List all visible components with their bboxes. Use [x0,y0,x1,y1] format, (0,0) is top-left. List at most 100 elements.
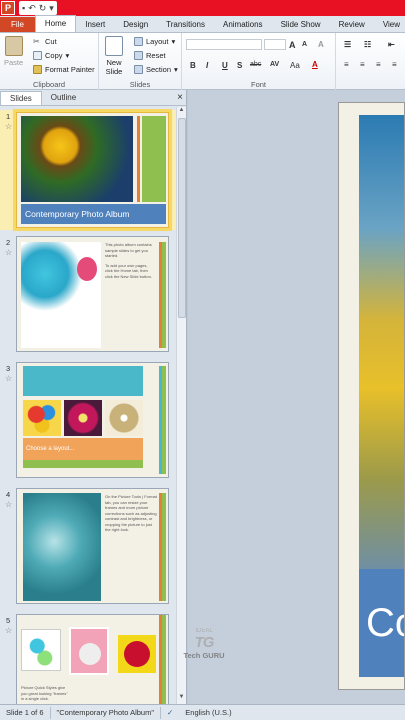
tab-review[interactable]: Review [330,17,374,32]
powerpoint-app-icon[interactable]: P [1,1,15,15]
slides-pane-scrollbar[interactable]: ▲ ▼ [176,107,186,704]
new-slide-icon [105,36,123,56]
transition-star-icon: ☆ [5,248,13,257]
green-bar [142,116,166,202]
tab-design[interactable]: Design [114,17,157,32]
italic-button[interactable]: I [206,61,208,70]
scrollbar-thumb[interactable] [178,118,186,318]
cut-button[interactable]: ✂ Cut [33,37,57,46]
slide-number: 4 [6,490,11,499]
paste-label: Paste [4,58,24,67]
copy-label: Copy [45,51,63,60]
transition-star-icon: ☆ [5,626,13,635]
underline-button[interactable]: U [222,61,228,70]
scissors-icon: ✂ [33,37,40,46]
current-slide[interactable]: Co [338,102,405,690]
tab-outline[interactable]: Outline [42,91,85,105]
body-paragraph: To add your own pages, click the Home ta… [105,262,152,279]
section-label: Section [146,65,172,74]
copy-button[interactable]: Copy ▾ [33,51,69,60]
layout-button[interactable]: Layout ▾ [134,37,175,46]
tab-animations[interactable]: Animations [214,17,272,32]
section-button[interactable]: Section ▾ [134,65,178,74]
align-center-icon[interactable]: ≡ [360,60,365,69]
justify-icon[interactable]: ≡ [392,60,397,69]
watermark-name: Tech GURU [183,651,225,660]
font-color-button[interactable]: A [312,60,318,69]
yarn-shape [124,641,150,667]
slide-title-text[interactable]: Co [359,569,404,677]
slide-thumbnail-row[interactable]: 2 ☆ This photo album contains sample sli… [0,236,176,356]
font-size-combo[interactable] [264,39,286,50]
slide-title: Choose a layout... [23,438,143,460]
format-painter-button[interactable]: Format Painter [33,65,95,74]
scroll-up-icon[interactable]: ▲ [177,107,186,117]
slide-thumbnail[interactable]: This photo album contains sample slides … [16,236,169,352]
strikethrough-button[interactable]: abc [250,61,261,68]
transition-star-icon: ☆ [5,500,13,509]
layout-icon [134,37,143,46]
green-strip [23,460,143,468]
close-icon[interactable]: × [177,92,183,103]
undo-icon[interactable]: ↶ [28,3,36,14]
align-right-icon[interactable]: ≡ [376,60,381,69]
tab-slides[interactable]: Slides [0,91,42,105]
copy-icon [33,51,42,60]
paste-button[interactable]: Paste [4,36,23,67]
layout-label: Layout [146,37,169,46]
tab-home[interactable]: Home [34,15,77,32]
new-slide-label: New [106,58,122,67]
align-left-icon[interactable]: ≡ [344,60,349,69]
section-icon [134,65,143,74]
redo-icon[interactable]: ↻ [39,3,47,14]
mortar-shape [79,643,101,665]
tab-slide-show[interactable]: Slide Show [272,17,330,32]
title-bar: P ▪ ↶ ↻ ▾ [0,0,405,16]
shadow-button[interactable]: S [237,61,242,70]
indent-icon[interactable]: ⇤ [388,40,395,49]
slide-thumbnail-row[interactable]: 5 ☆ Picture Quick Styles give you great … [0,614,176,709]
format-painter-label: Format Painter [45,65,95,74]
green-bar [162,615,166,708]
tab-transitions[interactable]: Transitions [157,17,214,32]
reset-button[interactable]: Reset [134,51,166,60]
numbering-icon[interactable]: ☷ [364,40,371,49]
slide-thumbnail[interactable]: On the Picture Tools | Format tab, you c… [16,488,169,604]
spelling-check-icon[interactable]: ✓ [161,708,179,717]
new-slide-button[interactable]: New Slide [105,36,123,76]
clear-formatting-button[interactable]: A [318,40,324,49]
tab-insert[interactable]: Insert [76,17,114,32]
brush-icon [33,65,42,74]
change-case-button[interactable]: Aa [290,61,300,70]
slide-thumbnail-row[interactable]: 4 ☆ On the Picture Tools | Format tab, y… [0,488,176,608]
save-icon[interactable]: ▪ [22,3,25,13]
reset-icon [134,51,143,60]
slide-thumbnail-row[interactable]: 1 ☆ Contemporary Photo Album [0,109,176,231]
slide-editing-area[interactable]: Co [188,90,405,704]
customize-icon[interactable]: ▾ [49,3,54,14]
orange-bar [137,116,140,202]
bold-button[interactable]: B [190,61,196,70]
slide-thumbnail[interactable]: Contemporary Photo Album [13,109,172,231]
scroll-down-icon[interactable]: ▼ [177,694,186,704]
clipboard-group: Paste ✂ Cut Copy ▾ Format Painter Clipbo… [0,33,99,90]
slide-thumbnail-row[interactable]: 3 ☆ Choose a layout... [0,362,176,482]
green-bar [162,366,166,474]
tab-file[interactable]: File [0,17,35,32]
tab-view[interactable]: View [374,17,405,32]
watermark: IDEAL TG Tech GURU [178,628,230,668]
grow-font-button[interactable]: A [289,40,296,50]
font-group: A A A B I U S abc AV Aa A Font [182,33,336,90]
sunflower-image [21,116,133,202]
slide-number: 3 [6,364,11,373]
new-slide-label-2: Slide [105,67,123,76]
bullets-icon[interactable]: ☰ [344,40,351,49]
character-spacing-button[interactable]: AV [270,61,279,68]
yarn-photo [118,635,156,673]
slide-thumbnail[interactable]: Picture Quick Styles give you great look… [16,614,169,709]
language-indicator[interactable]: English (U.S.) [179,708,237,717]
shrink-font-button[interactable]: A [302,41,307,48]
slide-thumbnail[interactable]: Choose a layout... [16,362,169,478]
font-name-combo[interactable] [186,39,262,50]
reset-label: Reset [146,51,166,60]
